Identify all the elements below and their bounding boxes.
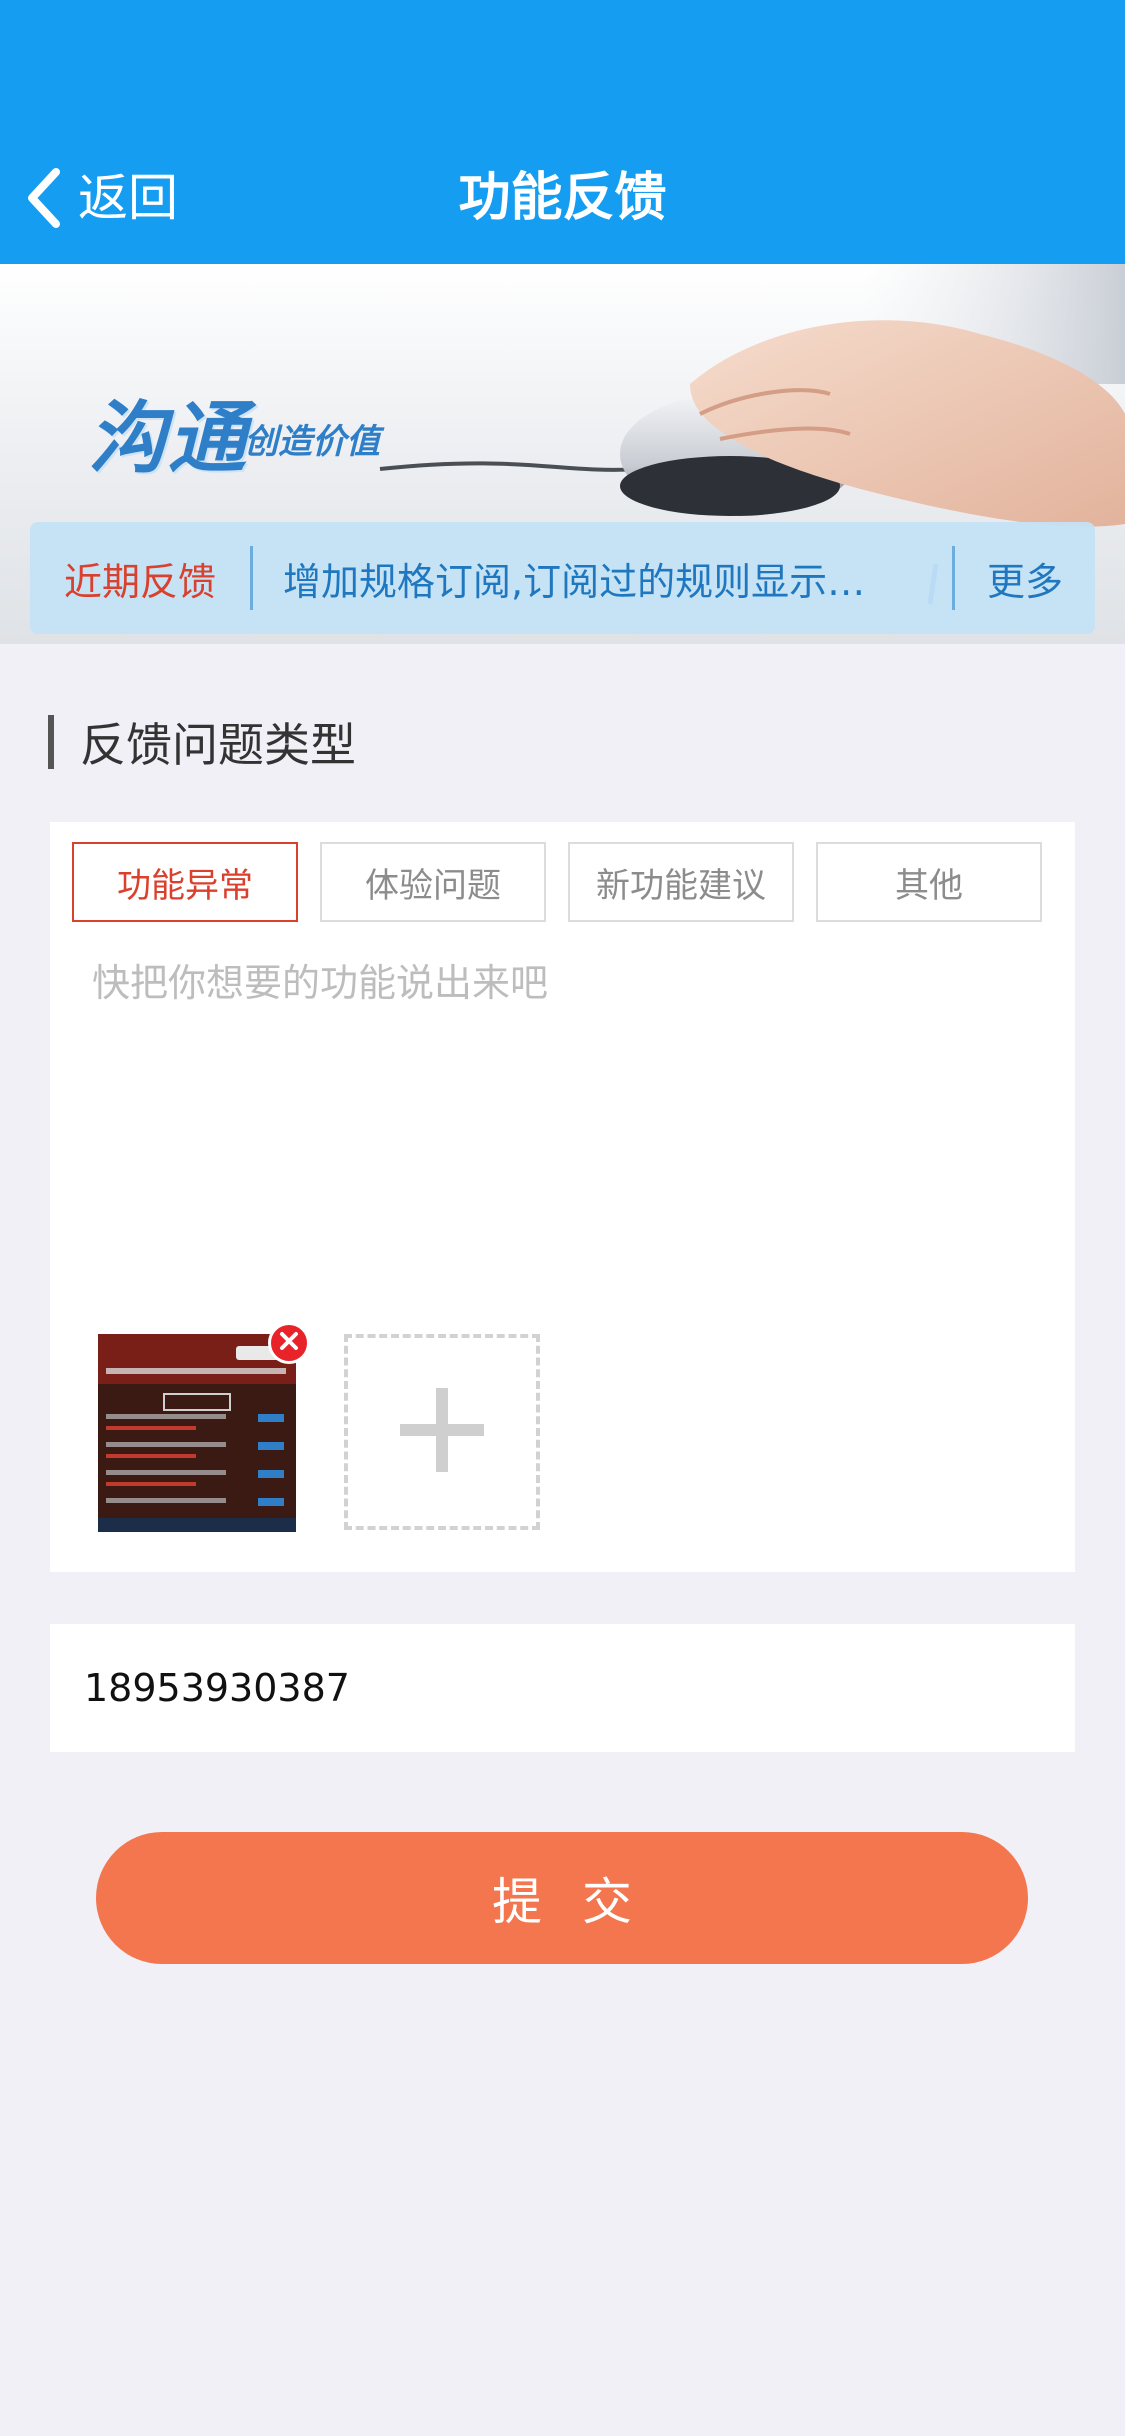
close-icon [279, 1331, 299, 1355]
submit-button[interactable]: 提交 [96, 1832, 1028, 1964]
feedback-type-tabs: 功能异常 体验问题 新功能建议 其他 [72, 842, 1042, 922]
more-link[interactable]: 更多 [955, 551, 1095, 606]
app-header: 返回 功能反馈 [0, 0, 1125, 264]
type-tab-other[interactable]: 其他 [816, 842, 1042, 922]
add-image-button[interactable] [344, 1334, 540, 1530]
section-title: 反馈问题类型 [48, 712, 356, 772]
recent-feedback-label: 近期反馈 [63, 559, 216, 604]
plus-icon [400, 1388, 484, 1476]
recent-feedback-text[interactable]: 增加规格订阅,订阅过的规则显示… [253, 551, 952, 606]
page-title: 功能反馈 [458, 168, 667, 228]
recent-feedback-bar[interactable]: 近期反馈 增加规格订阅,订阅过的规则显示… 更多 [30, 522, 1095, 634]
attachment-thumbnail[interactable] [98, 1334, 296, 1532]
feedback-card: 功能异常 体验问题 新功能建议 其他 [50, 822, 1075, 1572]
phone-input[interactable] [84, 1624, 1041, 1752]
contact-field [50, 1624, 1075, 1752]
section-title-label: 反馈问题类型 [80, 718, 356, 772]
remove-attachment-button[interactable] [268, 1322, 310, 1364]
type-tab-new-feature[interactable]: 新功能建议 [568, 842, 794, 922]
feedback-textarea[interactable] [92, 952, 1032, 1312]
attachment-image [98, 1334, 296, 1532]
type-tab-function-error[interactable]: 功能异常 [72, 842, 298, 922]
type-tab-experience[interactable]: 体验问题 [320, 842, 546, 922]
banner-slogan: 创造价值 [244, 422, 380, 462]
section-accent-bar [48, 715, 54, 769]
banner-headline: 沟通 [88, 394, 249, 484]
